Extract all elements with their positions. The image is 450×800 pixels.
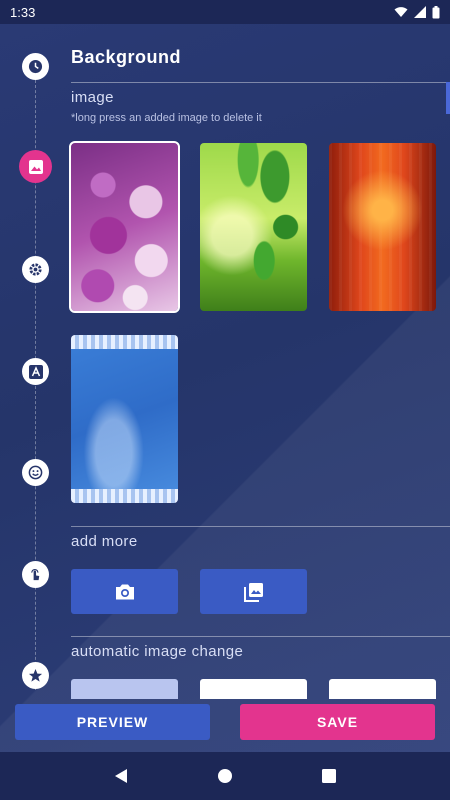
image-thumb-roses[interactable] bbox=[69, 141, 180, 313]
back-icon[interactable] bbox=[114, 768, 128, 784]
image-section-hint: *long press an added image to delete it bbox=[71, 112, 262, 124]
status-icons bbox=[394, 5, 440, 19]
gallery-icon bbox=[243, 582, 263, 602]
image-section-divider bbox=[71, 526, 450, 527]
gallery-button[interactable] bbox=[200, 569, 307, 614]
page-title: Background bbox=[71, 47, 182, 67]
scrollbar[interactable] bbox=[446, 82, 450, 114]
image-icon[interactable] bbox=[19, 150, 52, 183]
status-time: 1:33 bbox=[10, 4, 36, 20]
header-divider bbox=[71, 82, 450, 83]
clock-icon[interactable] bbox=[22, 53, 49, 80]
home-icon[interactable] bbox=[217, 768, 233, 784]
star-icon[interactable] bbox=[22, 662, 49, 689]
image-thumb-blue[interactable] bbox=[71, 335, 178, 503]
image-thumb-red[interactable] bbox=[329, 143, 436, 311]
wifi-icon bbox=[394, 7, 408, 17]
auto-change-option-3[interactable] bbox=[329, 679, 436, 699]
battery-icon bbox=[432, 5, 440, 18]
save-button[interactable]: SAVE bbox=[240, 704, 435, 740]
auto-change-option-2[interactable] bbox=[200, 679, 307, 699]
image-section-title: image bbox=[71, 89, 114, 106]
preview-button[interactable]: PREVIEW bbox=[15, 704, 210, 740]
signal-icon bbox=[414, 6, 426, 18]
image-thumb-leaves[interactable] bbox=[200, 143, 307, 311]
text-icon[interactable] bbox=[22, 358, 49, 385]
app-screen: 1:33 Background image *long press an add… bbox=[0, 0, 450, 800]
auto-change-option-1[interactable] bbox=[71, 679, 178, 699]
camera-icon bbox=[115, 584, 134, 599]
status-bar: 1:33 bbox=[0, 0, 450, 24]
add-more-divider bbox=[71, 636, 450, 637]
navigation-bar bbox=[0, 752, 450, 800]
recents-icon[interactable] bbox=[321, 769, 336, 783]
emoji-icon[interactable] bbox=[22, 459, 49, 486]
touch-icon[interactable] bbox=[22, 561, 49, 588]
auto-change-title: automatic image change bbox=[71, 643, 244, 660]
gear-icon[interactable] bbox=[22, 256, 49, 283]
add-more-title: add more bbox=[71, 533, 138, 550]
camera-button[interactable] bbox=[71, 569, 178, 614]
